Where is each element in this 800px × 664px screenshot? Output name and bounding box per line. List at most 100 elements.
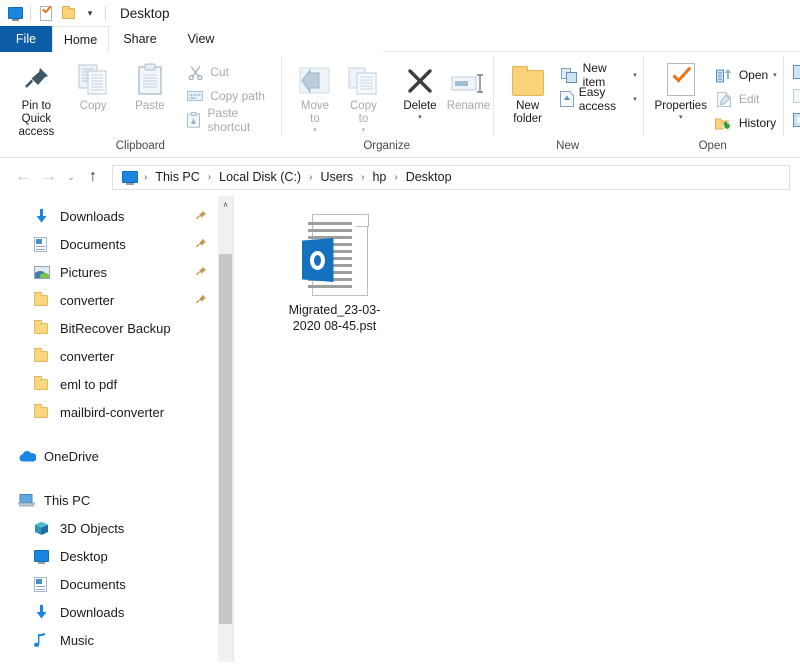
pin-to-quick-access-button[interactable]: Pin to Quick access xyxy=(8,60,65,139)
ribbon-group-clipboard: Pin to Quick access Copy Paste Cut Copy … xyxy=(0,52,281,158)
this-pc-icon xyxy=(119,171,140,185)
tab-share[interactable]: Share xyxy=(109,26,171,52)
move-to-button[interactable]: Move to ▾ xyxy=(291,60,340,134)
copy-to-label-1: Copy xyxy=(350,100,377,112)
folder-icon xyxy=(34,348,56,362)
divider xyxy=(30,6,31,20)
nav-item-desktop[interactable]: Desktop xyxy=(0,542,233,570)
forward-button[interactable]: → xyxy=(36,164,62,190)
ribbon-tabs: File Home Share View xyxy=(0,26,800,52)
invert-selection-button[interactable] xyxy=(789,109,800,131)
paste-button[interactable]: Paste xyxy=(122,60,179,113)
folder-icon xyxy=(34,320,56,334)
new-folder-label-1: New xyxy=(516,100,540,112)
downloads-icon xyxy=(34,604,56,620)
tab-view[interactable]: View xyxy=(171,26,231,52)
breadcrumb[interactable]: › This PC › Local Disk (C:) › Users › hp… xyxy=(112,164,790,190)
nav-item-eml-to-pdf[interactable]: eml to pdf xyxy=(0,370,233,398)
easy-access-button[interactable]: Easy access ▾ xyxy=(559,85,643,113)
copy-path-icon xyxy=(184,88,206,105)
breadcrumb-separator: › xyxy=(394,171,398,183)
nav-item-pictures-pc[interactable]: Pictures xyxy=(0,654,233,662)
properties-icon xyxy=(666,60,695,96)
select-none-icon xyxy=(789,88,800,105)
chevron-down-icon: ▾ xyxy=(418,114,422,121)
chevron-down-icon: ▾ xyxy=(87,7,93,18)
navigation-scrollbar[interactable]: ∧ xyxy=(218,196,233,662)
select-small-commands xyxy=(789,60,800,131)
select-all-button[interactable] xyxy=(789,61,800,83)
explorer-body: Downloads Documents Pictures converter B… xyxy=(0,196,800,662)
nav-item-pictures[interactable]: Pictures xyxy=(0,258,233,286)
chevron-down-icon: ▾ xyxy=(678,114,683,121)
nav-item-label: Desktop xyxy=(60,548,108,564)
pin-icon[interactable] xyxy=(195,238,207,250)
pictures-icon xyxy=(34,265,56,279)
breadcrumb-item-local-disk[interactable]: Local Disk (C:) xyxy=(215,168,305,186)
history-label: History xyxy=(738,116,777,130)
history-icon xyxy=(713,115,735,132)
nav-item-converter-2[interactable]: converter xyxy=(0,342,233,370)
edit-button[interactable]: Edit xyxy=(713,88,783,110)
copy-button[interactable]: Copy xyxy=(65,60,122,113)
pin-icon[interactable] xyxy=(195,266,207,278)
clipboard-small-commands: Cut Copy path Paste shortcut xyxy=(184,60,280,134)
nav-item-mailbird-converter[interactable]: mailbird-converter xyxy=(0,398,233,426)
pin-to-quick-access-label-1: Pin to Quick xyxy=(21,100,52,125)
nav-item-onedrive[interactable]: OneDrive xyxy=(0,442,233,470)
history-button[interactable]: History xyxy=(713,112,783,134)
nav-item-this-pc[interactable]: This PC xyxy=(0,486,233,514)
copy-label: Copy xyxy=(79,100,107,112)
breadcrumb-item-this-pc[interactable]: This PC xyxy=(151,168,203,186)
nav-item-bitrecover-backup[interactable]: BitRecover Backup xyxy=(0,314,233,342)
tab-file[interactable]: File xyxy=(0,26,52,52)
breadcrumb-item-desktop[interactable]: Desktop xyxy=(402,168,456,186)
pin-icon[interactable] xyxy=(195,210,207,222)
scrollbar-thumb[interactable] xyxy=(219,254,232,624)
paste-shortcut-button[interactable]: Paste shortcut xyxy=(184,106,280,134)
open-button[interactable]: Open ▾ xyxy=(713,64,783,86)
move-to-label-1: Move xyxy=(300,100,329,112)
nav-item-label: Pictures xyxy=(60,264,107,280)
nav-item-documents[interactable]: Documents xyxy=(0,230,233,258)
nav-item-label: Music xyxy=(60,632,94,648)
nav-item-music[interactable]: Music xyxy=(0,626,233,654)
monitor-icon[interactable] xyxy=(4,3,26,23)
nav-item-label: BitRecover Backup xyxy=(60,320,171,336)
paste-clipboard-icon xyxy=(136,60,164,96)
nav-item-downloads[interactable]: Downloads xyxy=(0,202,233,230)
new-group-label: New xyxy=(556,140,580,152)
breadcrumb-item-users[interactable]: Users xyxy=(316,168,357,186)
pin-icon[interactable] xyxy=(195,294,207,306)
nav-item-downloads-pc[interactable]: Downloads xyxy=(0,598,233,626)
nav-item-label: converter xyxy=(60,348,115,364)
scroll-up-button[interactable]: ∧ xyxy=(218,196,233,213)
open-group-label: Open xyxy=(698,140,727,152)
clipboard-group-label: Clipboard xyxy=(115,140,165,152)
navigation-pane: Downloads Documents Pictures converter B… xyxy=(0,196,233,662)
nav-item-3d-objects[interactable]: 3D Objects xyxy=(0,514,233,542)
breadcrumb-item-hp[interactable]: hp xyxy=(368,168,390,186)
tab-home[interactable]: Home xyxy=(52,26,109,52)
nav-item-converter[interactable]: converter xyxy=(0,286,233,314)
chevron-down-icon: ▾ xyxy=(313,127,317,134)
new-folder-icon[interactable] xyxy=(57,3,79,23)
new-item-button[interactable]: New item ▾ xyxy=(559,61,643,89)
customize-chevron-icon[interactable]: ▾ xyxy=(79,3,101,23)
properties-button[interactable]: Properties ▾ xyxy=(651,60,711,121)
nav-item-documents-pc[interactable]: Documents xyxy=(0,570,233,598)
recent-locations-button[interactable]: ⌄ xyxy=(62,164,80,190)
up-button[interactable]: ↑ xyxy=(80,164,106,190)
nav-item-label: OneDrive xyxy=(44,448,99,464)
list-item[interactable]: Migrated_23-03- 2020 08-45.pst xyxy=(278,214,391,334)
file-list-content[interactable]: Migrated_23-03- 2020 08-45.pst xyxy=(234,196,800,662)
copy-to-button[interactable]: Copy to ▾ xyxy=(339,60,388,134)
new-folder-button[interactable]: New folder xyxy=(503,60,553,126)
cut-button[interactable]: Cut xyxy=(184,61,280,83)
delete-button[interactable]: Delete ▾ xyxy=(396,60,445,121)
properties-check-icon[interactable] xyxy=(35,3,57,23)
rename-button[interactable]: Rename xyxy=(444,60,493,113)
copy-path-button[interactable]: Copy path xyxy=(184,85,280,107)
back-button[interactable]: ← xyxy=(10,164,36,190)
select-none-button[interactable] xyxy=(789,85,800,107)
